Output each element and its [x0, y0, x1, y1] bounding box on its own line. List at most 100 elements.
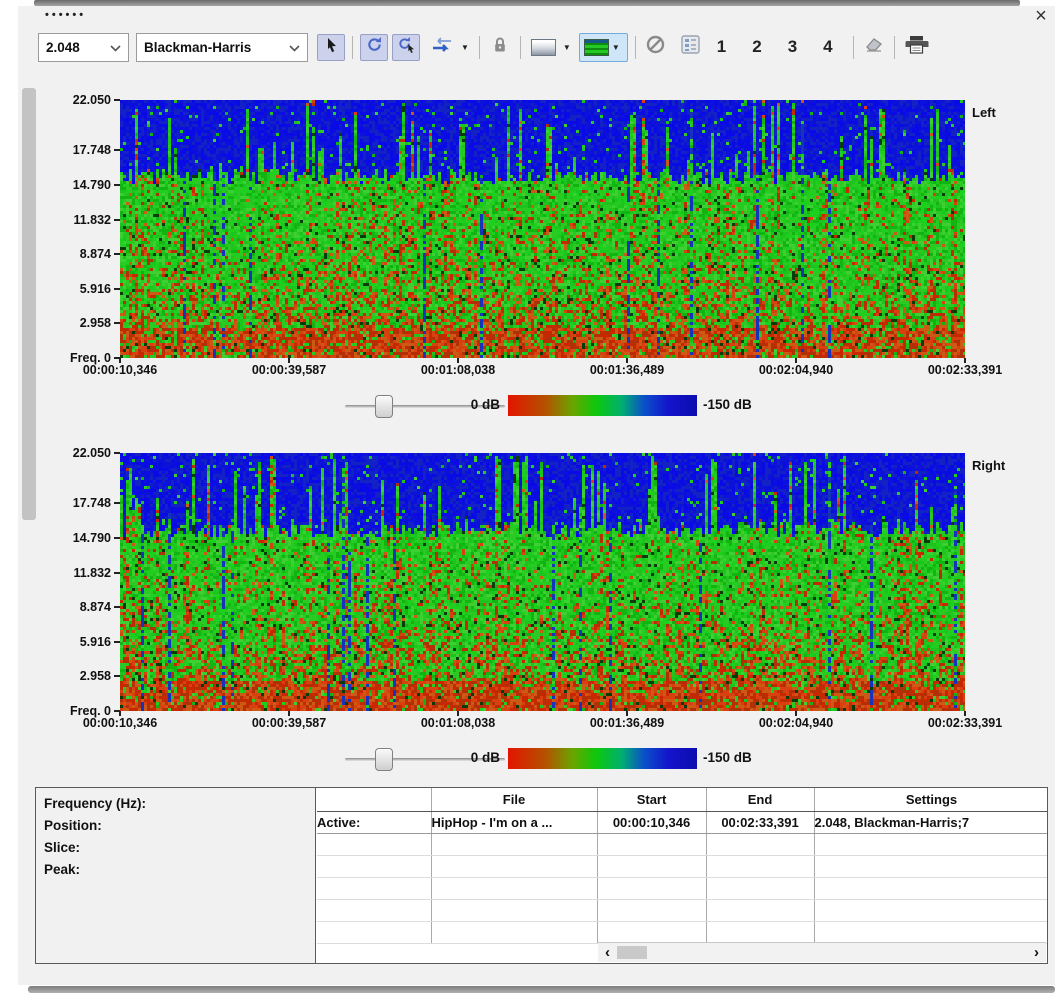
- color-gradient-legend: [508, 748, 697, 769]
- printer-icon: [905, 35, 929, 59]
- results-panel: Frequency (Hz): Position: Slice: Peak: F…: [35, 787, 1048, 964]
- scrollbar-thumb[interactable]: [617, 946, 647, 959]
- refresh-icon: [366, 36, 383, 58]
- window-function-value: Blackman-Harris: [144, 40, 251, 55]
- toolbar-separator: [352, 36, 353, 59]
- sonogram-display-button[interactable]: ▼: [579, 33, 628, 62]
- horizontal-scrollbar[interactable]: ‹ ›: [598, 942, 1046, 962]
- refresh-on-move-button[interactable]: [392, 34, 420, 61]
- lock-icon: [493, 36, 507, 58]
- toolbar-separator: [853, 36, 854, 59]
- table-row-empty[interactable]: [317, 899, 1047, 921]
- channel-label: Right: [972, 458, 1005, 473]
- readout-frequency-label: Frequency (Hz):: [44, 793, 315, 815]
- window-bottom-edge: [28, 986, 1055, 993]
- sonogram-display-caret[interactable]: ▼: [612, 43, 620, 52]
- preset-1-button[interactable]: 1: [717, 37, 726, 57]
- graph-display-caret[interactable]: ▼: [563, 43, 571, 52]
- close-icon[interactable]: ×: [1029, 5, 1053, 29]
- freq-tick-label: 11.832: [73, 566, 120, 580]
- readout-peak-label: Peak:: [44, 859, 315, 881]
- select-tool-button[interactable]: [317, 34, 345, 61]
- freq-tick-label: 5.916: [80, 282, 120, 296]
- lock-button[interactable]: [487, 34, 513, 61]
- freq-tick-label: 17.748: [73, 143, 120, 157]
- time-tick-label: 00:00:10,346: [83, 363, 157, 377]
- db-min-label: -150 dB: [703, 750, 752, 765]
- erase-button[interactable]: [861, 34, 887, 61]
- contrast-slider-thumb[interactable]: [375, 748, 393, 771]
- time-tick-label: 00:00:10,346: [83, 716, 157, 730]
- circle-slash-icon: [646, 35, 665, 59]
- time-tick-label: 00:01:08,038: [421, 363, 495, 377]
- cursor-arrow-icon: [324, 37, 339, 58]
- chevron-down-icon: [110, 40, 121, 55]
- header-settings[interactable]: Settings: [814, 788, 1047, 811]
- freq-tick-label: 14.790: [73, 178, 120, 192]
- time-tick-label: 00:02:04,940: [759, 716, 833, 730]
- spectrogram-canvas-left[interactable]: [120, 100, 965, 358]
- freq-tick-label: 8.874: [80, 600, 120, 614]
- time-tick-label: 00:00:39,587: [252, 363, 326, 377]
- scroll-right-icon[interactable]: ›: [1034, 944, 1039, 961]
- cell-start: 00:00:10,346: [597, 811, 706, 833]
- db-max-label: 0 dB: [430, 397, 500, 412]
- sync-selection-button[interactable]: [426, 34, 458, 61]
- color-gradient-legend: [508, 395, 697, 416]
- sync-options-caret[interactable]: ▼: [461, 43, 469, 52]
- refresh-cursor-icon: [397, 36, 415, 58]
- fft-size-select[interactable]: 2.048: [38, 33, 129, 62]
- time-tick-label: 00:02:04,940: [759, 363, 833, 377]
- spectrogram-canvas-right[interactable]: [120, 453, 965, 711]
- table-row-empty[interactable]: [317, 877, 1047, 899]
- time-tick-label: 00:02:33,391: [928, 363, 1002, 377]
- scroll-left-icon[interactable]: ‹: [605, 944, 610, 961]
- freq-tick-label: 22.050: [73, 446, 120, 460]
- readout-panel: Frequency (Hz): Position: Slice: Peak:: [36, 788, 316, 963]
- freq-tick-label: 22.050: [73, 93, 120, 107]
- preset-2-button[interactable]: 2: [752, 37, 761, 57]
- preset-4-button[interactable]: 4: [823, 37, 832, 57]
- header-file[interactable]: File: [431, 788, 597, 811]
- refresh-button[interactable]: [360, 34, 388, 61]
- table-row-empty[interactable]: [317, 921, 1047, 943]
- table-row-empty[interactable]: [317, 855, 1047, 877]
- time-tick-label: 00:02:33,391: [928, 716, 1002, 730]
- print-button[interactable]: [902, 34, 932, 61]
- results-table: File Start End Settings Active: HipHop -…: [317, 788, 1047, 944]
- db-min-label: -150 dB: [703, 397, 752, 412]
- table-row-empty[interactable]: [317, 833, 1047, 855]
- spectrogram-section-left: 22.050 17.748 14.790 11.832 8.874 5.916 …: [0, 100, 1055, 430]
- readout-slice-label: Slice:: [44, 837, 315, 859]
- freq-tick-label: 17.748: [73, 496, 120, 510]
- toolbar-separator: [479, 36, 480, 59]
- preset-3-button[interactable]: 3: [788, 37, 797, 57]
- freq-tick-label: 8.874: [80, 247, 120, 261]
- cell-file: HipHop - I'm on a ...: [431, 811, 597, 833]
- header-start[interactable]: Start: [597, 788, 706, 811]
- freq-tick-label: 2.958: [80, 669, 120, 683]
- window-top-edge: [34, 0, 1020, 6]
- table-row-active[interactable]: Active: HipHop - I'm on a ... 00:00:10,3…: [317, 811, 1047, 833]
- toolbar-separator: [520, 36, 521, 59]
- db-legend-row: 0 dB -150 dB: [0, 393, 1055, 421]
- freq-tick-label: 14.790: [73, 531, 120, 545]
- toolbar: 2.048 Blackman-Harris: [38, 31, 932, 63]
- settings-grid-button[interactable]: [678, 34, 704, 61]
- contrast-slider-thumb[interactable]: [375, 395, 393, 418]
- time-tick-label: 00:01:36,489: [590, 363, 664, 377]
- chevron-down-icon: [289, 40, 300, 55]
- sonogram-display-icon: [584, 39, 609, 56]
- freq-tick-label: 11.832: [73, 213, 120, 227]
- grid-icon: [681, 35, 700, 59]
- spectrum-analysis-window: •••••• × 2.048 Blackman-Harris: [0, 0, 1055, 997]
- header-end[interactable]: End: [706, 788, 814, 811]
- freq-tick-label: 5.916: [80, 635, 120, 649]
- readout-position-label: Position:: [44, 815, 315, 837]
- disable-button[interactable]: [643, 34, 669, 61]
- graph-display-button[interactable]: [528, 34, 560, 61]
- header-blank: [317, 788, 431, 811]
- window-function-select[interactable]: Blackman-Harris: [136, 33, 308, 62]
- frequency-axis: 22.050 17.748 14.790 11.832 8.874 5.916 …: [0, 453, 120, 711]
- time-tick-label: 00:01:36,489: [590, 716, 664, 730]
